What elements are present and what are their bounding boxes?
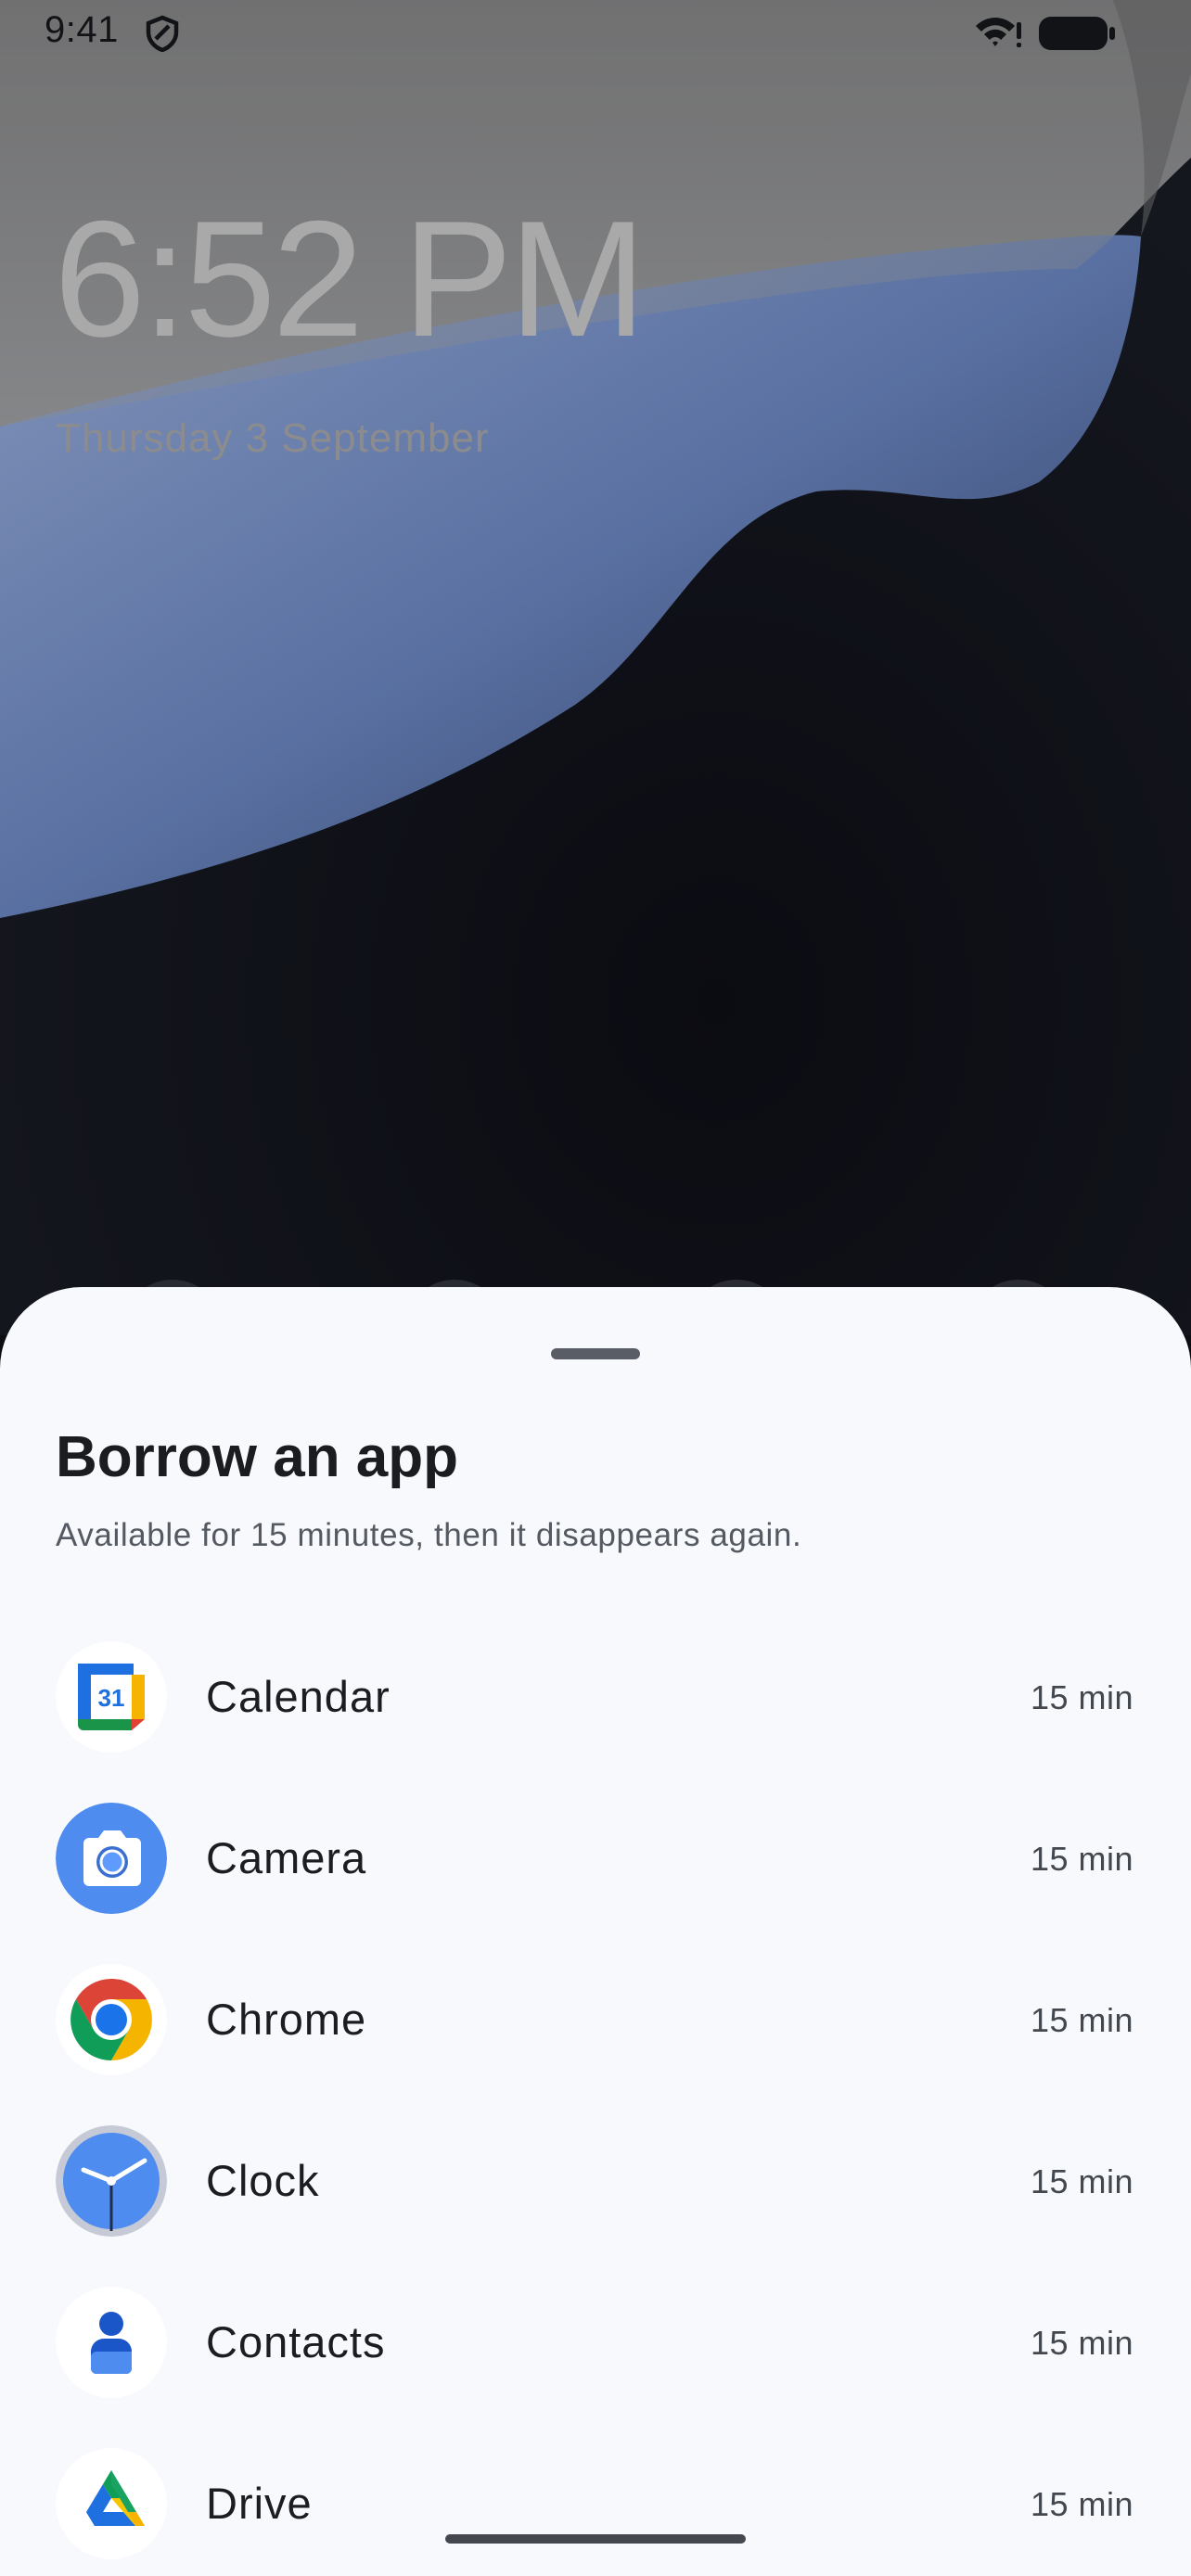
app-row-contacts[interactable]: Contacts 15 min: [0, 2261, 1191, 2422]
wifi-alert-icon: [976, 18, 1021, 47]
contacts-icon: [56, 2287, 167, 2398]
app-duration: 15 min: [1030, 1840, 1133, 1878]
app-duration: 15 min: [1030, 1678, 1133, 1716]
app-row-calendar[interactable]: 31 Calendar 15 min: [0, 1615, 1191, 1777]
svg-text:31: 31: [98, 1684, 125, 1712]
app-list: 31 Calendar 15 min Camera 15 min Chrome …: [0, 1615, 1191, 2576]
lock-screen: 9:41 6:52 PM Thursday 3 September Borrow…: [0, 0, 1191, 2576]
app-name: Clock: [206, 2156, 320, 2205]
camera-icon: [56, 1803, 167, 1914]
sheet-title: Borrow an app: [56, 1425, 459, 1489]
status-bar: 9:41: [0, 0, 1191, 67]
chrome-icon: [56, 1964, 167, 2075]
sheet-subtitle: Available for 15 minutes, then it disapp…: [56, 1517, 802, 1553]
app-row-chrome[interactable]: Chrome 15 min: [0, 1938, 1191, 2099]
calendar-icon: 31: [56, 1641, 167, 1753]
drive-icon: [56, 2448, 167, 2559]
home-indicator[interactable]: [445, 2534, 746, 2544]
app-row-drive[interactable]: Drive 15 min: [0, 2422, 1191, 2576]
borrow-app-sheet: Borrow an app Available for 15 minutes, …: [0, 1287, 1191, 2576]
app-name: Drive: [206, 2479, 313, 2528]
status-time: 9:41: [45, 9, 119, 50]
app-row-clock[interactable]: Clock 15 min: [0, 2099, 1191, 2261]
shield-icon: [146, 15, 179, 52]
app-duration: 15 min: [1030, 2324, 1133, 2362]
app-name: Calendar: [206, 1672, 391, 1721]
app-name: Chrome: [206, 1995, 367, 2044]
clock-icon: [56, 2125, 167, 2237]
app-name: Contacts: [206, 2317, 386, 2366]
app-name: Camera: [206, 1833, 367, 1882]
lock-clock: 6:52 PM: [54, 186, 647, 371]
app-duration: 15 min: [1030, 2162, 1133, 2200]
app-row-camera[interactable]: Camera 15 min: [0, 1777, 1191, 1938]
app-duration: 15 min: [1030, 2001, 1133, 2039]
sheet-drag-handle[interactable]: [551, 1348, 640, 1359]
battery-icon: [1039, 17, 1115, 50]
lock-date: Thursday 3 September: [56, 415, 490, 461]
app-duration: 15 min: [1030, 2485, 1133, 2523]
